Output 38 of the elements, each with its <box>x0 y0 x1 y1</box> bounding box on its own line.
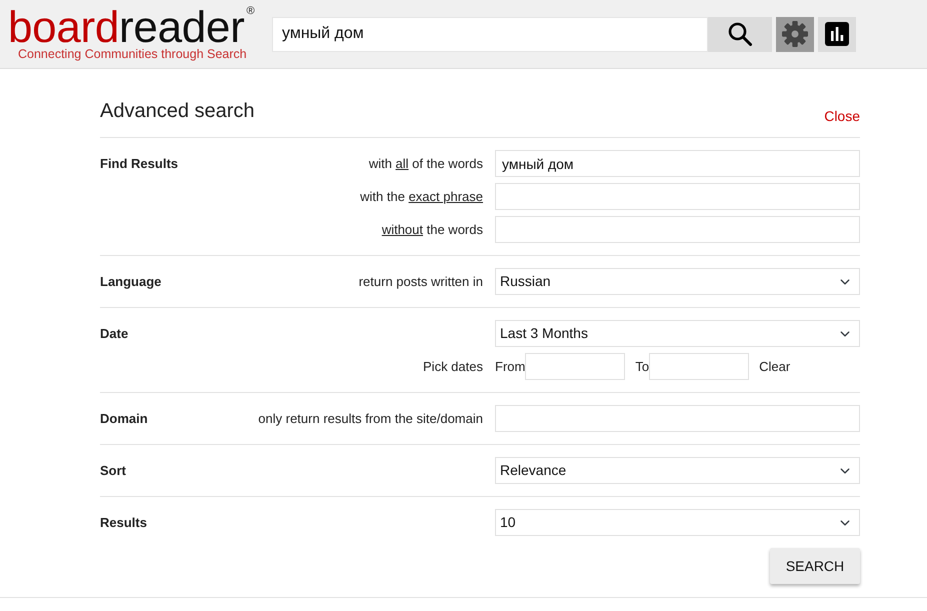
search-icon <box>728 22 752 46</box>
statistics-button[interactable] <box>818 16 856 52</box>
search-button[interactable] <box>708 16 772 52</box>
text-field[interactable]: умный дом <box>495 150 860 177</box>
section-label: Language <box>100 272 162 291</box>
dropdown-select[interactable]: Last 3 Months <box>495 320 860 347</box>
clear-link[interactable]: Clear <box>759 356 790 376</box>
text-field[interactable] <box>495 405 860 432</box>
section-label: Domain <box>100 410 148 428</box>
field-description: return posts written in <box>358 272 483 291</box>
dropdown-select[interactable]: Russian <box>495 268 860 295</box>
search-button[interactable]: SEARCH <box>770 548 860 584</box>
text-field[interactable] <box>495 183 860 210</box>
text-field[interactable] <box>495 216 860 243</box>
to-label: To <box>635 358 650 376</box>
section-label: Sort <box>100 462 126 480</box>
field-description: with all of the words <box>368 154 483 173</box>
search-field[interactable]: умный дом <box>272 16 708 52</box>
field-description: Pick dates <box>423 358 483 376</box>
date-field[interactable] <box>649 353 750 380</box>
panel-title: Advanced search <box>100 99 255 124</box>
dropdown-select[interactable]: 10 <box>495 509 860 536</box>
dropdown-select[interactable]: Relevance <box>495 457 860 484</box>
bar-chart-icon <box>825 22 849 46</box>
section-label: Date <box>100 324 128 343</box>
field-description: with the exact phrase <box>360 188 483 206</box>
field-description: without the words <box>382 220 483 239</box>
logo-tagline: Connecting Communities through Search <box>18 46 247 60</box>
section-label: Results <box>100 514 147 532</box>
gear-icon <box>782 21 808 47</box>
logo-wordmark[interactable]: boardreader <box>8 8 244 48</box>
field-description: only return results from the site/domain <box>258 410 483 428</box>
registered-mark: ® <box>246 6 255 16</box>
close-link[interactable]: Close <box>824 106 860 126</box>
date-field[interactable] <box>525 353 626 380</box>
section-label: Find Results <box>100 154 178 173</box>
from-label: From <box>495 358 526 376</box>
settings-button[interactable] <box>776 16 814 52</box>
